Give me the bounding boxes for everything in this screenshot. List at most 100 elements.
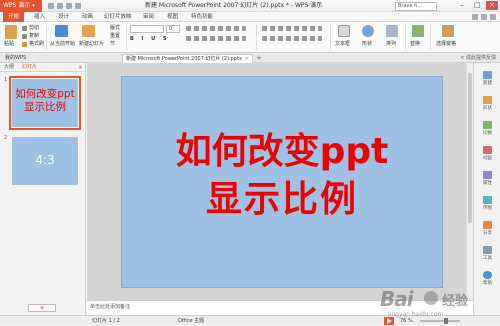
arrange-icon[interactable] [386,25,398,37]
slide-title-line1[interactable]: 如何改变ppt [122,131,442,173]
close-icon[interactable]: × [245,56,249,62]
indent-icons[interactable] [262,36,322,41]
account-button[interactable]: Brave h... [395,2,437,11]
sidebar-item-properties[interactable]: 属性 [474,171,500,186]
copy-button[interactable]: 复制 [29,33,39,39]
tab-document[interactable]: 新建 Microsoft PowerPoint 2007 幻灯片 (2).ppt… [122,54,254,63]
slide-thumbnail[interactable]: 如何改变ppt显示比例 [9,76,81,130]
save-icon[interactable] [48,3,54,9]
paste-button-label[interactable]: 粘贴 [4,41,14,47]
sidebar-item-help[interactable]: 帮助 [474,271,500,286]
share-icon [483,221,492,229]
from-current-button[interactable]: 从当前开始 [50,41,75,47]
help-icon [483,271,492,279]
current-slide[interactable]: 如何改变ppt 显示比例 [121,76,443,288]
quick-access-toolbar [48,3,81,9]
font-style-buttons[interactable]: B I U S [130,36,170,42]
selection-pane-button[interactable]: 选择窗格 [436,41,456,47]
scrollbar-thumb[interactable] [468,73,472,223]
feedback-link[interactable]: < 成此提供反馈 [460,54,496,63]
close-icon[interactable]: × [78,63,83,72]
sidebar-item-tools[interactable]: 工具 [474,246,500,261]
new-tab-button[interactable]: + [256,54,262,63]
brush-icon[interactable] [22,42,27,47]
menu-tab-view[interactable]: 视图 [167,12,178,22]
copy-icon[interactable] [22,34,27,39]
replace-button[interactable]: 替换 [410,41,420,47]
list-icons[interactable] [186,36,246,41]
selection-pane-icon[interactable] [442,25,454,37]
align-icons[interactable] [186,26,246,31]
scissors-icon[interactable] [22,26,27,31]
menu-tab-home[interactable]: 开始 [3,12,25,22]
slide-title-line2[interactable]: 显示比例 [122,179,442,221]
sidebar-item-share[interactable]: 分享 [474,221,500,236]
panel-tabs: 大纲 幻灯片 × [0,63,86,72]
find-replace-icon[interactable] [412,25,424,37]
text-box-icon[interactable] [338,25,350,37]
ribbon-divider [256,25,257,50]
sidebar-item-label: 切换 [483,131,492,136]
sidebar-item-label: 传图 [483,206,492,211]
vertical-scrollbar[interactable] [466,63,473,300]
title-bar: WPS 演示 ▾ 新建 Microsoft PowerPoint 2007 幻灯片… [0,0,500,12]
help-icon[interactable] [481,14,487,20]
menu-tab-slideshow[interactable]: 幻灯片放映 [104,12,132,22]
maximize-button[interactable]: □ [471,1,483,10]
add-slide-button[interactable]: + [28,304,56,312]
slide-thumbnail-text: 4:3 [35,153,55,167]
right-sidebar: 新建 形状 切换 动画 属性 传图 分享 工具 帮助 [473,63,500,315]
format-painter-button[interactable]: 格式刷 [29,41,44,47]
document-tabs: 我的WPS 新建 Microsoft PowerPoint 2007 幻灯片 (… [0,53,500,63]
shape-icon[interactable] [362,25,374,37]
undo-icon[interactable] [66,3,72,9]
menu-right-icons [472,14,496,20]
sidebar-item-upload[interactable]: 传图 [474,196,500,211]
menu-tab-features[interactable]: 特色功能 [191,12,213,22]
menu-tab-animation[interactable]: 动画 [82,12,93,22]
minimize-button[interactable]: – [456,1,468,10]
new-slide-button[interactable]: 新建幻灯片 [79,41,104,47]
slide-thumbnail-text: 如何改变ppt显示比例 [15,88,75,113]
cut-button[interactable]: 剪切 [29,25,39,31]
print-icon[interactable] [57,3,63,9]
watermark-url: jingyan.baidu.com [388,311,444,318]
sidebar-item-label: 帮助 [483,281,492,286]
sidebar-item-new[interactable]: 新建 [474,71,500,86]
slide-number: 1 [4,77,8,83]
layout-button[interactable]: 版式 [110,25,120,31]
menu-tab-design[interactable]: 设计 [58,12,69,22]
tab-document-label: 新建 Microsoft PowerPoint 2007 幻灯片 (2).ppt… [126,56,242,62]
collapse-ribbon-icon[interactable] [490,14,496,20]
ribbon-divider [46,25,47,50]
slide-thumbnail[interactable]: 4:3 [12,137,78,185]
shape-icon [483,96,492,104]
skin-icon[interactable] [472,14,478,20]
watermark-logo-text: Bai [380,287,414,311]
reset-button[interactable]: 重置 [110,33,120,39]
play-from-current-icon[interactable] [55,25,68,37]
sidebar-item-transition[interactable]: 切换 [474,121,500,136]
section-button[interactable]: 节 [110,41,115,47]
new-slide-icon[interactable] [82,25,95,37]
menu-tab-review[interactable]: 审阅 [143,12,154,22]
font-name-select[interactable] [130,25,164,33]
wps-app-menu-button[interactable]: WPS 演示 ▾ [0,0,42,12]
paragraph-icons[interactable] [262,26,322,31]
arrange-button[interactable]: 排列 [386,41,396,47]
tab-my-wps-label: 我的WPS [5,55,27,61]
redo-icon[interactable] [75,3,81,9]
sidebar-item-shape[interactable]: 形状 [474,96,500,111]
text-box-button[interactable]: 文本框 [335,41,350,47]
shape-button[interactable]: 形状 [362,41,372,47]
paste-icon[interactable] [5,25,17,39]
font-size-select[interactable]: 0 [166,25,180,33]
slide-canvas: 如何改变ppt 显示比例 [87,63,473,300]
tab-outline[interactable]: 大纲 [4,63,14,72]
tab-my-wps[interactable]: 我的WPS [2,54,29,63]
menu-tab-insert[interactable]: 插入 [34,12,45,22]
ribbon-divider [126,25,127,50]
sidebar-item-animation[interactable]: 动画 [474,146,500,161]
close-button[interactable]: × [486,1,498,10]
tab-slides[interactable]: 幻灯片 [22,63,37,72]
